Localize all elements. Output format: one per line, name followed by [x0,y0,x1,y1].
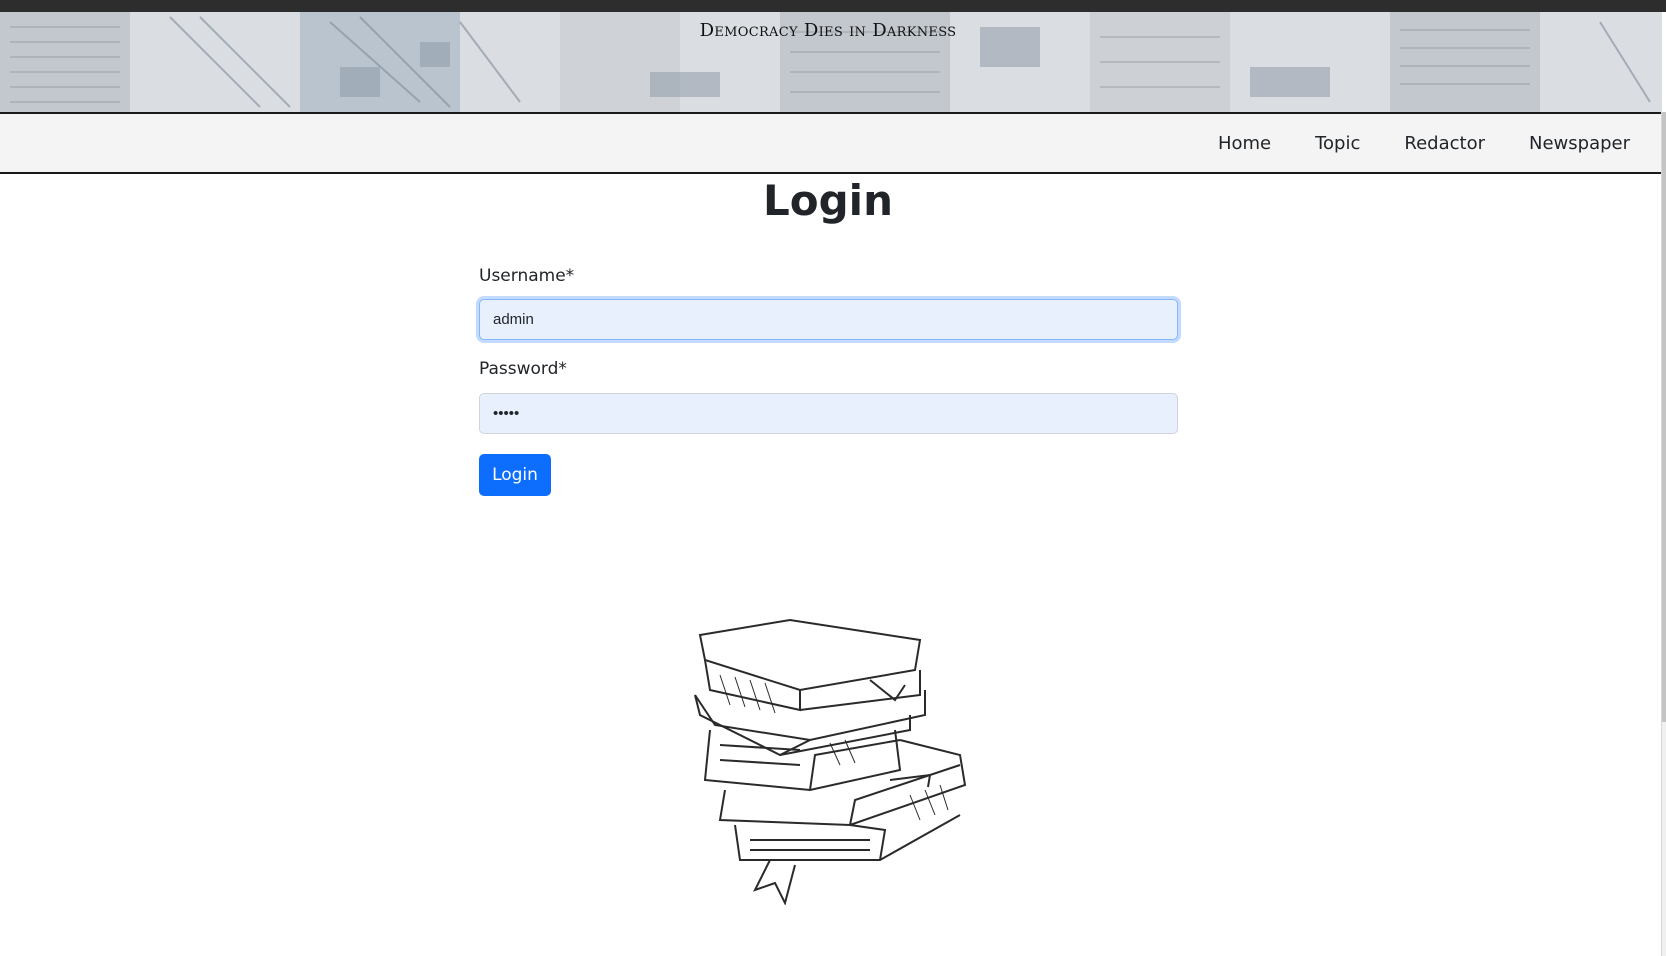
main-navbar: Home Topic Redactor Newspaper [0,112,1662,174]
site-tagline: Democracy Dies in Darkness [699,20,957,41]
password-input[interactable] [479,393,1178,434]
password-label: Password* [479,359,567,379]
nav-links: Home Topic Redactor Newspaper [1174,114,1630,172]
stack-of-books-illustration [694,618,967,905]
login-button[interactable]: Login [479,454,551,496]
page-scrollbar-thumb[interactable] [1662,112,1666,722]
nav-link-redactor[interactable]: Redactor [1404,133,1485,154]
window-top-strip [0,0,1666,12]
page-title: Login [763,176,893,225]
nav-link-topic[interactable]: Topic [1315,133,1360,154]
username-input[interactable] [479,299,1178,340]
newspaper-banner: Democracy Dies in Darkness [0,12,1662,112]
username-label: Username* [479,266,575,286]
nav-link-newspaper[interactable]: Newspaper [1529,133,1630,154]
nav-link-home[interactable]: Home [1218,133,1271,154]
